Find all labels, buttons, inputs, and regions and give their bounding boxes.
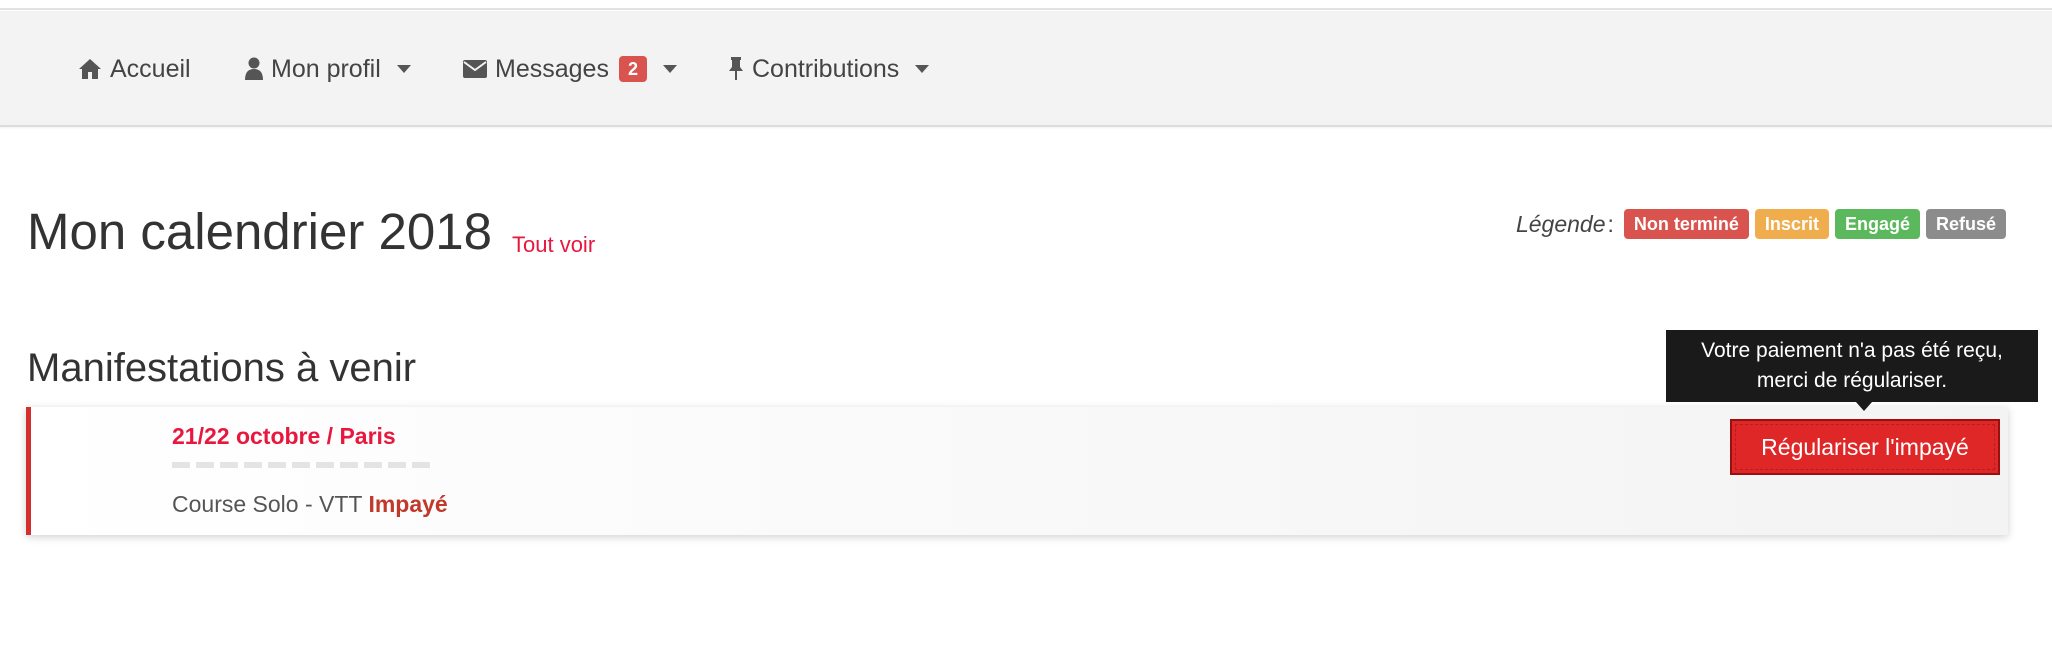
chevron-down-icon [662,65,677,73]
legend-badge-registered: Inscrit [1754,209,1829,239]
nav-contributions-label: Contributions [752,54,900,83]
chevron-down-icon [396,65,411,73]
regularize-payment-button[interactable]: Régulariser l'impayé [1730,419,2000,475]
messages-count-badge: 2 [618,56,647,82]
see-all-link[interactable]: Tout voir [512,232,595,258]
event-date-place[interactable]: 21/22 octobre / Paris [172,423,396,450]
nav-profile-label: Mon profil [271,54,381,83]
legend-title: Légende [1515,210,1606,237]
event-race-line: Course Solo - VTT Impayé [172,491,448,518]
nav-home-label: Accueil [110,54,191,83]
home-icon [78,58,102,80]
nav-contributions[interactable]: Contributions [728,11,930,127]
event-name-redacted [172,462,432,468]
tooltip-arrow [1856,402,1872,411]
nav-profile[interactable]: Mon profil [245,11,411,127]
legend-badge-refused: Refusé [1925,209,2006,239]
main-navbar: Accueil Mon profil Messages 2 Contributi… [0,11,2052,127]
nav-messages[interactable]: Messages 2 [463,11,677,127]
status-legend: Légende : Non terminé Inscrit Engagé Ref… [1516,209,2006,239]
tooltip-line-2: merci de régulariser. [1756,369,1948,392]
chevron-down-icon [915,65,930,73]
top-border [0,0,2052,10]
event-race: Course Solo - VTT [172,491,363,517]
nav-home[interactable]: Accueil [78,11,191,127]
pushpin-icon [728,57,744,81]
nav-messages-label: Messages [495,54,609,83]
payment-tooltip: Votre paiement n'a pas été reçu, merci d… [1666,330,2038,402]
user-icon [245,57,263,81]
envelope-icon [463,60,487,78]
page-title: Mon calendrier 2018 [27,203,492,260]
section-title: Manifestations à venir [27,346,417,390]
event-card[interactable]: 21/22 octobre / Paris Course Solo - VTT I… [26,407,2008,535]
legend-colon: : [1607,210,1614,237]
legend-badge-committed: Engagé [1834,209,1920,239]
event-status: Impayé [368,491,448,517]
tooltip-line-1: Votre paiement n'a pas été reçu, [1701,339,2003,362]
legend-badge-not-finished: Non terminé [1623,209,1749,239]
